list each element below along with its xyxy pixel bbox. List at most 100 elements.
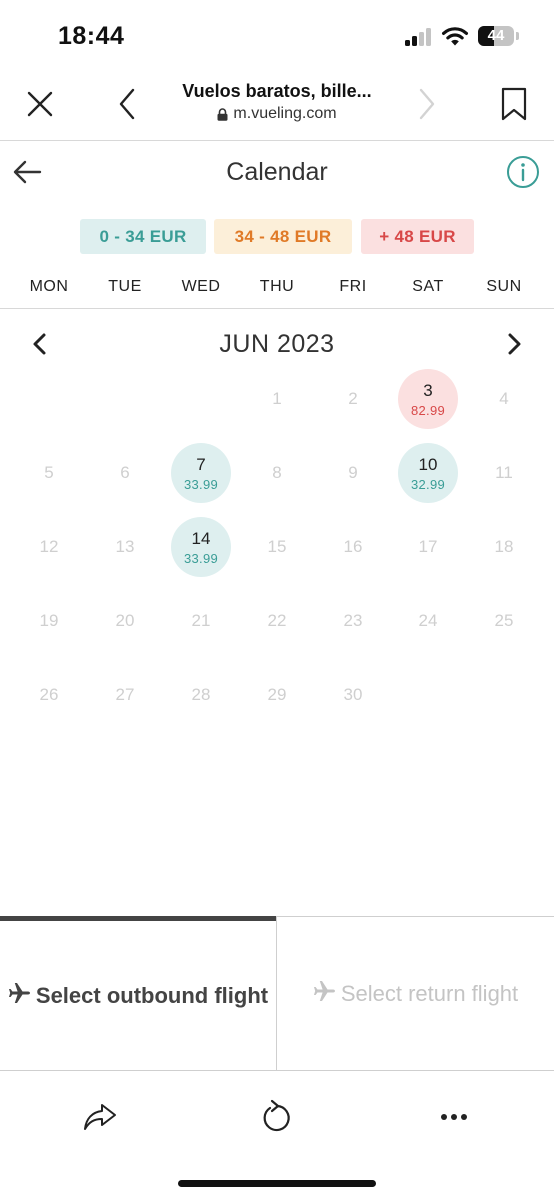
weekday-sat: SAT [412, 278, 444, 295]
browser-back-button[interactable] [106, 82, 150, 126]
legend-low: 0 - 34 EUR [80, 219, 206, 254]
day-number: 7 [196, 454, 206, 474]
calendar-day-18: 18 [474, 517, 534, 577]
calendar-day-10[interactable]: 10 32.99 [398, 443, 458, 503]
info-icon[interactable] [506, 155, 540, 189]
day-number: 24 [418, 611, 438, 630]
weekday-wed: WED [181, 278, 221, 295]
calendar-day-24: 24 [398, 591, 458, 651]
day-number: 20 [115, 611, 135, 630]
day-number: 3 [423, 380, 433, 400]
calendar-day-19: 19 [19, 591, 79, 651]
calendar-day-1: 1 [247, 369, 307, 429]
calendar-day-26: 26 [19, 665, 79, 725]
day-price: 82.99 [410, 402, 446, 418]
day-number: 17 [418, 537, 438, 556]
calendar-day-8: 8 [247, 443, 307, 503]
return-label: Select return flight [340, 980, 519, 1006]
day-number: 29 [267, 685, 287, 704]
calendar-header: Calendar [0, 140, 554, 206]
day-number: 9 [348, 463, 358, 482]
day-number: 16 [343, 537, 363, 556]
battery-tip [516, 32, 519, 40]
calendar-day-14[interactable]: 14 33.99 [171, 517, 231, 577]
calendar-day-29: 29 [247, 665, 307, 725]
calendar-day-27: 27 [95, 665, 155, 725]
day-number: 19 [39, 611, 59, 630]
day-number: 13 [115, 537, 135, 556]
day-number: 1 [272, 389, 282, 408]
calendar-day-9: 9 [323, 443, 383, 503]
browser-forward-button[interactable] [404, 82, 448, 126]
price-legend: 0 - 34 EUR 34 - 48 EUR + 48 EUR [0, 219, 554, 255]
day-number: 6 [120, 463, 130, 482]
browser-toolbar: Vuelos baratos, bille... m.vueling.com [0, 72, 554, 141]
day-number: 21 [191, 611, 211, 630]
calendar-day-22: 22 [247, 591, 307, 651]
weekday-sun: SUN [486, 278, 522, 295]
share-icon [84, 1104, 116, 1130]
month-title: JUN 2023 [219, 330, 335, 358]
legend-high: + 48 EUR [361, 219, 474, 254]
calendar-day-17: 17 [398, 517, 458, 577]
bookmark-icon [501, 87, 527, 121]
calendar-day-21: 21 [171, 591, 231, 651]
calendar-day-15: 15 [247, 517, 307, 577]
calendar-day-5: 5 [19, 443, 79, 503]
wifi-icon [442, 27, 468, 46]
day-number: 23 [343, 611, 363, 630]
weekday-mon: MON [29, 278, 69, 295]
day-price: 32.99 [410, 476, 446, 492]
day-number: 28 [191, 685, 211, 704]
more-icon [441, 1114, 467, 1120]
flight-selection-tabs: Select outbound flight Select return fli… [0, 916, 554, 1073]
reload-button[interactable] [255, 1095, 299, 1139]
calendar-day-16: 16 [323, 517, 383, 577]
next-month-icon[interactable] [500, 330, 528, 358]
day-number: 14 [191, 528, 211, 548]
tab-select-outbound[interactable]: Select outbound flight [0, 916, 276, 1071]
day-number: 4 [499, 389, 509, 408]
day-price: 33.99 [183, 476, 219, 492]
day-number: 30 [343, 685, 363, 704]
calendar-day-11: 11 [474, 443, 534, 503]
outbound-label: Select outbound flight [35, 982, 269, 1008]
day-number: 8 [272, 463, 282, 482]
more-button[interactable] [432, 1095, 476, 1139]
page-title: Vuelos baratos, bille... [182, 81, 372, 101]
calendar-day-7[interactable]: 7 33.99 [171, 443, 231, 503]
day-number: 22 [267, 611, 287, 630]
bookmark-button[interactable] [492, 82, 536, 126]
reload-icon [263, 1099, 290, 1132]
calendar-days-grid: 1 2 3 82.99 4 5 6 7 33.99 8 9 10 32.99 11 12 13 14 33.99 1… [0, 362, 554, 732]
page-heading[interactable]: Vuelos baratos, bille... m.vueling.com [150, 81, 404, 123]
day-number: 5 [44, 463, 54, 482]
day-number: 12 [39, 537, 59, 556]
weekday-header: MON TUE WED THU FRI SAT SUN [0, 270, 554, 309]
day-number: 25 [494, 611, 514, 630]
calendar-day-6: 6 [95, 443, 155, 503]
airplane-icon [8, 982, 30, 1003]
calendar-day-3[interactable]: 3 82.99 [398, 369, 458, 429]
tab-select-return[interactable]: Select return flight [276, 916, 554, 1071]
lock-icon [217, 107, 228, 121]
close-button[interactable] [18, 82, 62, 126]
url-bar: m.vueling.com [150, 105, 404, 123]
chevron-left-icon [119, 88, 135, 120]
cellular-signal-icon [405, 28, 433, 46]
battery-icon: 44 [478, 26, 514, 46]
chevron-right-icon [419, 88, 435, 120]
calendar-day-20: 20 [95, 591, 155, 651]
close-icon [27, 91, 53, 117]
day-number: 18 [494, 537, 514, 556]
day-number: 27 [115, 685, 135, 704]
calendar-day-4: 4 [474, 369, 534, 429]
calendar-day-12: 12 [19, 517, 79, 577]
share-button[interactable] [78, 1095, 122, 1139]
weekday-fri: FRI [339, 278, 367, 295]
day-number: 11 [495, 463, 513, 482]
day-number: 15 [267, 537, 287, 556]
day-number: 2 [348, 389, 358, 408]
calendar-title: Calendar [226, 158, 328, 186]
home-indicator [178, 1180, 376, 1187]
